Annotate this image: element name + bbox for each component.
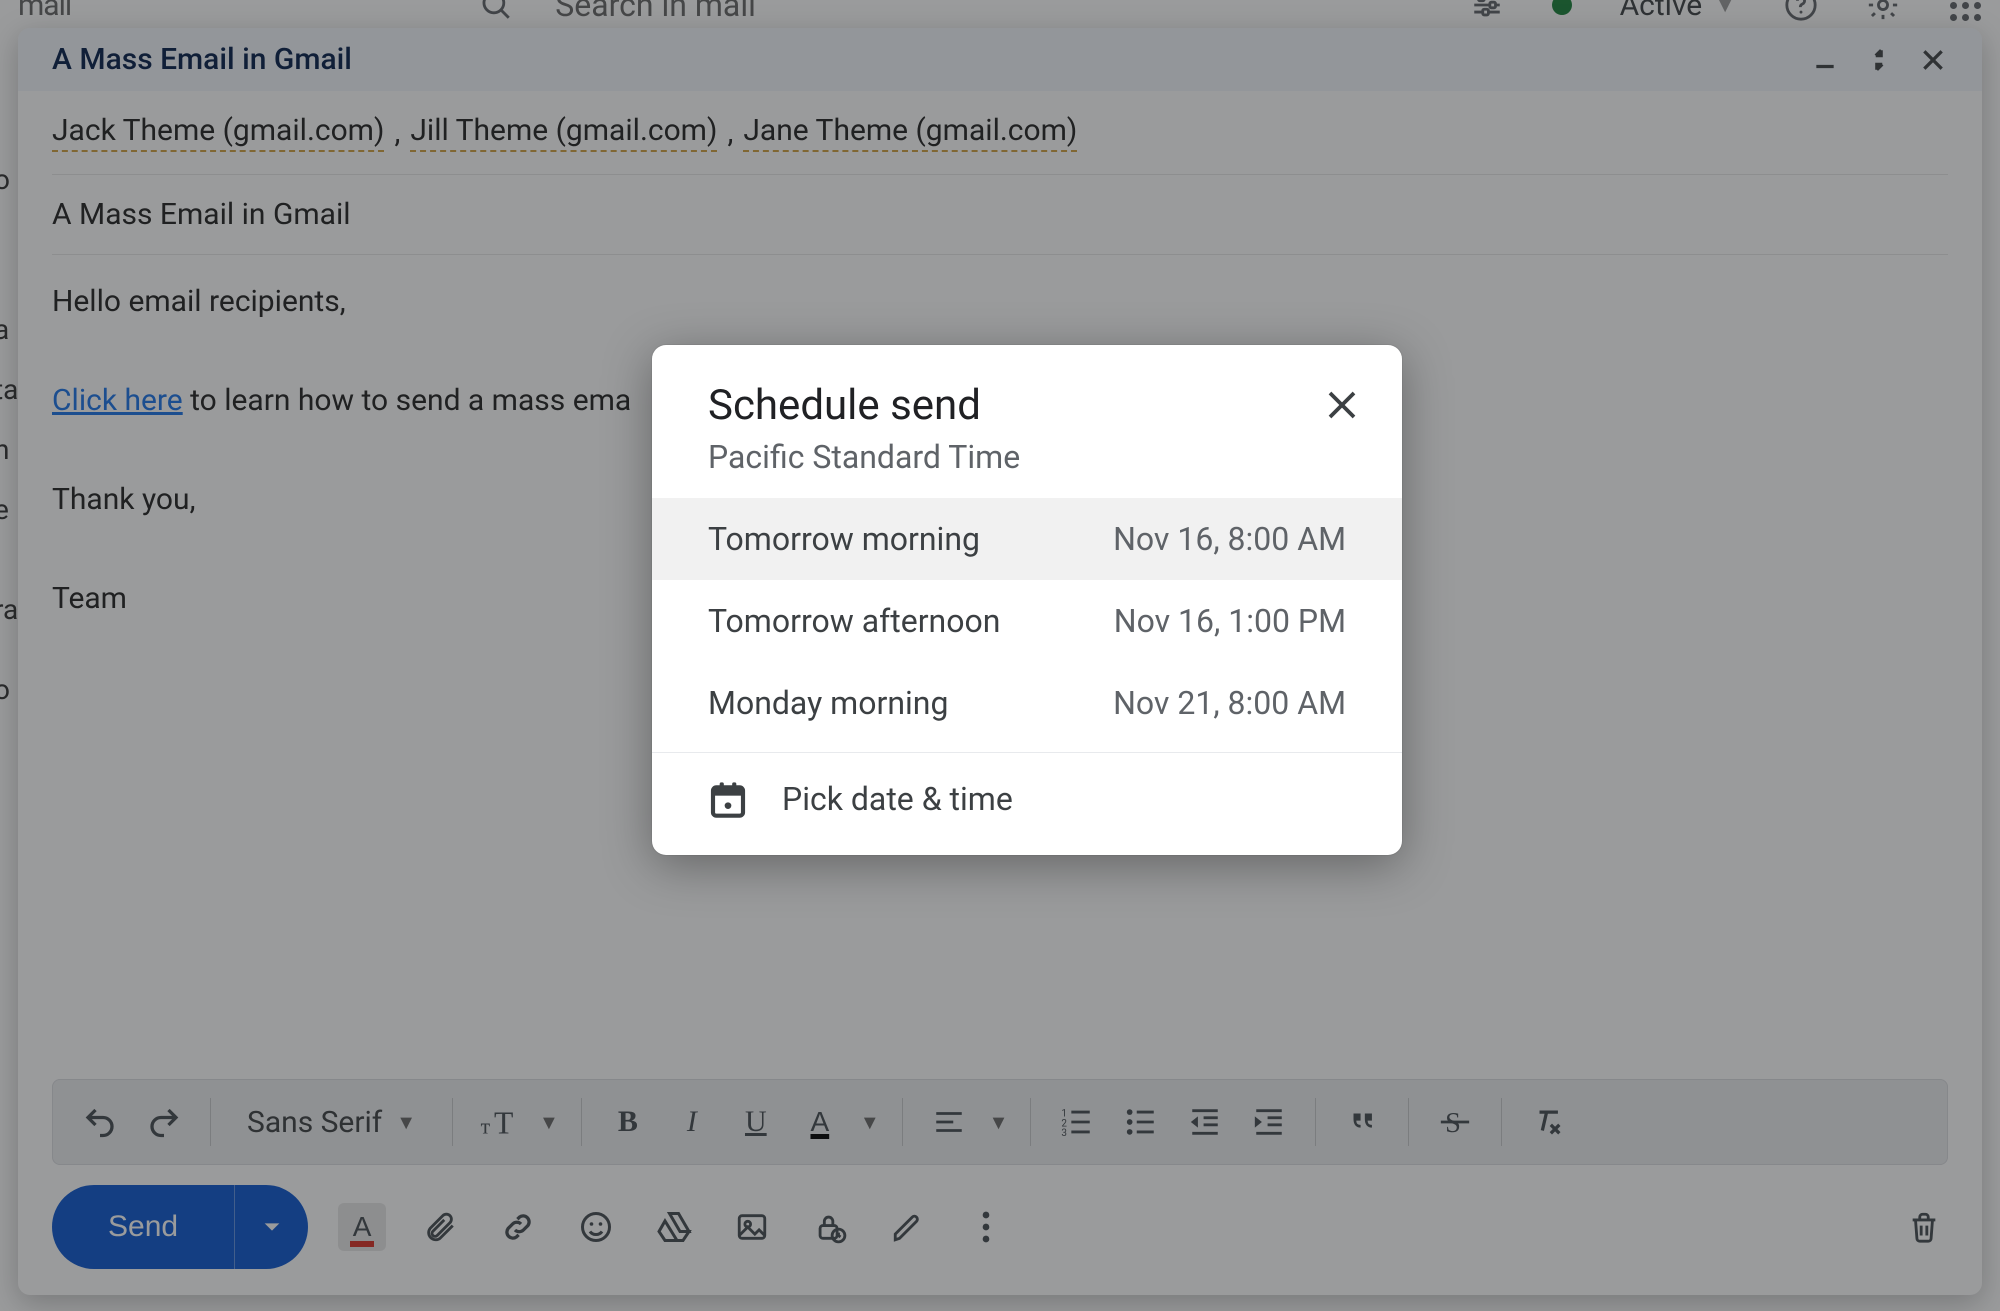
- dialog-header: Schedule send Pacific Standard Time: [652, 345, 1402, 498]
- schedule-option-label: Monday morning: [708, 684, 948, 722]
- pick-date-time-button[interactable]: Pick date & time: [652, 753, 1402, 855]
- pick-date-time-label: Pick date & time: [782, 780, 1013, 818]
- dialog-title: Schedule send: [708, 381, 1346, 430]
- dialog-timezone: Pacific Standard Time: [708, 438, 1346, 476]
- schedule-option[interactable]: Tomorrow morning Nov 16, 8:00 AM: [652, 498, 1402, 580]
- schedule-option-datetime: Nov 16, 8:00 AM: [1113, 520, 1346, 558]
- schedule-option-label: Tomorrow morning: [708, 520, 980, 558]
- schedule-option-datetime: Nov 21, 8:00 AM: [1113, 684, 1346, 722]
- dialog-close-button[interactable]: [1324, 387, 1364, 427]
- schedule-option-label: Tomorrow afternoon: [708, 602, 1000, 640]
- schedule-option[interactable]: Monday morning Nov 21, 8:00 AM: [652, 662, 1402, 744]
- calendar-icon: [708, 779, 748, 819]
- schedule-option-datetime: Nov 16, 1:00 PM: [1114, 602, 1346, 640]
- schedule-option[interactable]: Tomorrow afternoon Nov 16, 1:00 PM: [652, 580, 1402, 662]
- schedule-send-dialog: Schedule send Pacific Standard Time Tomo…: [652, 345, 1402, 855]
